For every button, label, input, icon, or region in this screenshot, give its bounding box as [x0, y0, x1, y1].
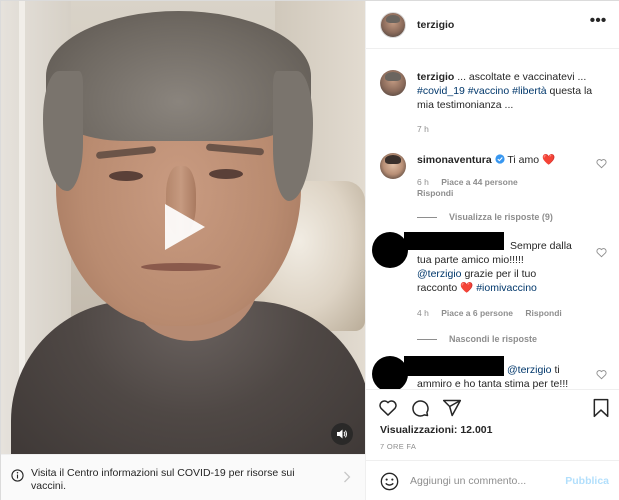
comment-likes[interactable]: Piace a 6 persone: [441, 308, 513, 318]
comment-line-1: @terzigio ti: [417, 363, 592, 377]
comment-likes[interactable]: Piace a 44 persone: [441, 177, 518, 187]
comment-reply-row: Rispondi: [417, 188, 463, 198]
comment-time: 4 h: [417, 308, 429, 318]
chevron-right-icon: [344, 471, 351, 483]
heart-icon[interactable]: [596, 247, 607, 258]
covid-info-banner[interactable]: Visita il Centro informazioni sul COVID-…: [1, 454, 365, 500]
left-eye: [109, 171, 143, 181]
caption-body: ... ascoltate e vaccinatevi ...: [457, 71, 587, 83]
commenter-avatar[interactable]: [380, 153, 406, 179]
person-mouth: [141, 263, 221, 271]
comment-line-1-text: ti: [554, 364, 560, 376]
emoji-icon[interactable]: [380, 472, 399, 491]
person-hair: [46, 11, 311, 141]
covid-banner-text: Visita il Centro informazioni sul COVID-…: [31, 467, 295, 492]
comment-line-3: @terzigio grazie per il tuo: [417, 267, 592, 281]
comment-input[interactable]: [410, 470, 560, 492]
post-header: terzigio •••: [366, 1, 619, 49]
comment-line-4: racconto ❤️ #iomivaccino: [417, 281, 592, 295]
caption-time: 7 h: [417, 124, 429, 134]
view-replies-button[interactable]: Visualizza le risposte (9): [417, 212, 553, 222]
comment-time: 6 h: [417, 177, 429, 187]
caption-avatar[interactable]: [380, 70, 406, 96]
play-icon[interactable]: [159, 201, 209, 253]
reply-button[interactable]: Rispondi: [525, 308, 561, 318]
caption-text: terzigio ... ascoltate e vaccinatevi ...…: [417, 70, 607, 112]
author-avatar[interactable]: [380, 12, 406, 38]
commenter-username[interactable]: simonaventura: [417, 154, 492, 166]
comment-line-2: tua parte amico mio!!!!!: [417, 254, 524, 266]
heart-icon[interactable]: [596, 369, 607, 380]
post-timestamp[interactable]: 7 ORE FA: [380, 442, 416, 451]
verified-badge-icon: [495, 154, 505, 164]
commenter-avatar[interactable]: [372, 356, 408, 389]
heart-emoji: ❤️: [460, 282, 474, 294]
views-count[interactable]: Visualizzazioni: 12.001: [380, 424, 492, 436]
views-value: 12.001: [460, 424, 493, 436]
comment-body: Ti amo: [507, 154, 540, 166]
commenter-avatar[interactable]: [372, 232, 408, 268]
heart-icon[interactable]: [596, 158, 607, 169]
comment-icon[interactable]: [410, 398, 430, 418]
comment-mention[interactable]: @terzigio: [417, 268, 462, 280]
video-player[interactable]: [1, 1, 365, 454]
reply-button[interactable]: Rispondi: [417, 188, 453, 198]
comment-text: @terzigio ti ammiro e ho tanta stima per…: [417, 363, 592, 389]
comment-meta: 6 h Piace a 44 persone: [417, 177, 528, 187]
publish-button[interactable]: Pubblica: [565, 475, 609, 487]
comment-line-2: ammiro e ho tanta stima per te!!!: [417, 378, 569, 389]
heart-icon[interactable]: [378, 398, 398, 418]
comment-mention[interactable]: @terzigio: [507, 364, 552, 376]
bookmark-icon[interactable]: [591, 398, 611, 418]
right-eye: [209, 169, 243, 179]
share-icon[interactable]: [442, 398, 462, 418]
add-comment-bar: Pubblica: [366, 460, 619, 500]
heart-emoji: ❤️: [541, 154, 556, 166]
comment-text: simonaventura Ti amo ❤️: [417, 153, 587, 167]
caption-username[interactable]: terzigio: [417, 71, 454, 83]
post-actions-bar: [366, 389, 619, 425]
instagram-post-window: Visita il Centro informazioni sul COVID-…: [0, 0, 619, 500]
info-icon: [11, 469, 24, 482]
comment-line-4-text: racconto: [417, 282, 458, 294]
speaker-icon[interactable]: [331, 423, 353, 445]
more-horizontal-icon[interactable]: •••: [589, 13, 607, 33]
comments-list[interactable]: terzigio ... ascoltate e vaccinatevi ...…: [366, 49, 619, 389]
post-sidebar: terzigio ••• terzigio ... ascoltate e va…: [365, 1, 619, 500]
caption-hashtags[interactable]: #covid_19 #vaccino #libertà: [417, 85, 547, 97]
author-username[interactable]: terzigio: [417, 19, 454, 31]
comment-line-3-text: grazie per il tuo: [464, 268, 537, 280]
hide-replies-button[interactable]: Nascondi le risposte: [417, 334, 537, 344]
comment-line-1: Sempre dalla: [510, 240, 572, 252]
comment-text: Sempre dalla tua parte amico mio!!!!! @t…: [417, 239, 592, 295]
views-label: Visualizzazioni:: [380, 424, 458, 436]
comment-hashtag[interactable]: #iomivaccino: [476, 282, 537, 294]
comment-meta: 4 h Piace a 6 persone Rispondi: [417, 308, 572, 318]
